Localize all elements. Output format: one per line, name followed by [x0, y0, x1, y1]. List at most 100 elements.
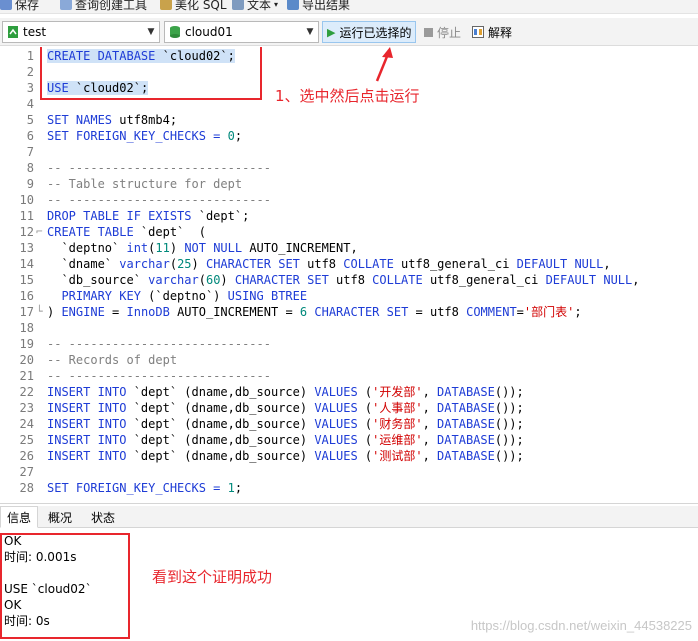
code-text: INSERT INTO `dept` (dname,db_source) VAL…: [47, 449, 524, 463]
menu-strip: 保存 查询创建工具 美化 SQL 文本 ▾ 导出结果: [0, 0, 698, 14]
code-line[interactable]: 20 -- Records of dept: [0, 352, 698, 368]
watermark: https://blog.csdn.net/weixin_44538225: [470, 618, 692, 633]
connection-icon: [8, 26, 18, 38]
line-number: 14: [19, 257, 34, 271]
code-line[interactable]: 17 └ ) ENGINE = InnoDB AUTO_INCREMENT = 6 …: [0, 304, 698, 320]
line-number: 7: [26, 145, 34, 159]
result-highlight-box: [0, 533, 130, 639]
line-number: 28: [19, 481, 34, 495]
line-number: 12: [19, 225, 34, 239]
line-number: 5: [26, 113, 34, 127]
line-number: 9: [26, 177, 34, 191]
code-line[interactable]: 12 ⌐ CREATE TABLE `dept` (: [0, 224, 698, 240]
line-number: 15: [19, 273, 34, 287]
code-text: INSERT INTO `dept` (dname,db_source) VAL…: [47, 385, 524, 399]
code-text: ) ENGINE = InnoDB AUTO_INCREMENT = 6 CHA…: [47, 305, 582, 319]
chevron-down-icon: ▼: [147, 27, 155, 37]
code-text: INSERT INTO `dept` (dname,db_source) VAL…: [47, 433, 524, 447]
code-text: -- ----------------------------: [47, 337, 271, 351]
line-number: 8: [26, 161, 34, 175]
code-line[interactable]: 18: [0, 320, 698, 336]
export-icon: [287, 0, 299, 10]
line-number: 17: [19, 305, 34, 319]
code-line[interactable]: 7: [0, 144, 698, 160]
fold-marker-icon[interactable]: └: [36, 304, 43, 320]
code-line[interactable]: 8 -- ----------------------------: [0, 160, 698, 176]
arrow-icon: [375, 47, 393, 82]
code-text: -- ----------------------------: [47, 193, 271, 207]
code-line[interactable]: 22 INSERT INTO `dept` (dname,db_source) V…: [0, 384, 698, 400]
line-number: 16: [19, 289, 34, 303]
fold-marker-icon[interactable]: ⌐: [36, 224, 43, 240]
code-line[interactable]: 13 `deptno` int(11) NOT NULL AUTO_INCREM…: [0, 240, 698, 256]
beautify-sql-menu[interactable]: 美化 SQL: [160, 0, 227, 12]
code-line[interactable]: 10 -- ----------------------------: [0, 192, 698, 208]
line-number: 4: [26, 97, 34, 111]
code-line[interactable]: 16 PRIMARY KEY (`deptno`) USING BTREE: [0, 288, 698, 304]
code-line[interactable]: 15 `db_source` varchar(60) CHARACTER SET…: [0, 272, 698, 288]
code-line[interactable]: 14 `dname` varchar(25) CHARACTER SET utf…: [0, 256, 698, 272]
code-text: `db_source` varchar(60) CHARACTER SET ut…: [47, 273, 640, 287]
query-builder-icon: [60, 0, 72, 10]
line-number: 19: [19, 337, 34, 351]
code-line[interactable]: 6 SET FOREIGN_KEY_CHECKS = 0;: [0, 128, 698, 144]
result-tabs: 信息 概况 状态: [0, 506, 698, 528]
line-number: 6: [26, 129, 34, 143]
chevron-down-icon: ▼: [306, 27, 314, 37]
code-line[interactable]: 28 SET FOREIGN_KEY_CHECKS = 1;: [0, 480, 698, 496]
result-panel: 信息 概况 状态 OK 时间: 0.001s USE `cloud02` OK …: [0, 503, 698, 641]
proof-annotation: 看到这个证明成功: [152, 568, 273, 586]
code-text: SET FOREIGN_KEY_CHECKS = 0;: [47, 129, 243, 143]
line-number: 22: [19, 385, 34, 399]
run-selected-button[interactable]: ▶ 运行已选择的: [322, 21, 417, 43]
line-number: 11: [19, 209, 34, 223]
line-number: 13: [19, 241, 34, 255]
code-text: `dname` varchar(25) CHARACTER SET utf8 C…: [47, 257, 611, 271]
line-number: 3: [26, 81, 34, 95]
tab-status[interactable]: 状态: [85, 506, 121, 528]
explain-button[interactable]: 解释: [468, 21, 516, 43]
database-icon: [170, 26, 180, 38]
code-text: -- ----------------------------: [47, 161, 271, 175]
line-number: 18: [19, 321, 34, 335]
export-results-menu[interactable]: 导出结果: [287, 0, 350, 12]
code-line[interactable]: 24 INSERT INTO `dept` (dname,db_source) V…: [0, 416, 698, 432]
line-number: 20: [19, 353, 34, 367]
code-line[interactable]: 21 -- ----------------------------: [0, 368, 698, 384]
selection-highlight-box: [40, 47, 262, 100]
code-line[interactable]: 19 -- ----------------------------: [0, 336, 698, 352]
line-number: 10: [19, 193, 34, 207]
query-toolbar: test ▼ cloud01 ▼ ▶ 运行已选择的 停止 解释: [0, 18, 698, 46]
code-text: SET NAMES utf8mb4;: [47, 113, 178, 127]
code-line[interactable]: 25 INSERT INTO `dept` (dname,db_source) V…: [0, 432, 698, 448]
save-icon: [0, 0, 12, 10]
code-line[interactable]: 27: [0, 464, 698, 480]
code-text: -- ----------------------------: [47, 369, 271, 383]
connection-select[interactable]: test ▼: [2, 21, 160, 43]
code-text: CREATE TABLE `dept` (: [47, 225, 206, 239]
query-builder-menu[interactable]: 查询创建工具: [60, 0, 147, 12]
line-number: 25: [19, 433, 34, 447]
code-text: INSERT INTO `dept` (dname,db_source) VAL…: [47, 417, 524, 431]
line-number: 1: [26, 49, 34, 63]
code-text: -- Table structure for dept: [47, 177, 243, 191]
database-select[interactable]: cloud01 ▼: [164, 21, 319, 43]
save-menu[interactable]: 保存: [0, 0, 39, 12]
stop-icon: [424, 27, 433, 37]
dropdown-arrow-icon: ▾: [274, 0, 279, 9]
code-line[interactable]: 23 INSERT INTO `dept` (dname,db_source) V…: [0, 400, 698, 416]
code-text: DROP TABLE IF EXISTS `dept`;: [47, 209, 250, 223]
explain-icon: [472, 26, 484, 38]
code-text: SET FOREIGN_KEY_CHECKS = 1;: [47, 481, 243, 495]
code-line[interactable]: 11 DROP TABLE IF EXISTS `dept`;: [0, 208, 698, 224]
tab-overview[interactable]: 概况: [42, 506, 78, 528]
code-line[interactable]: 26 INSERT INTO `dept` (dname,db_source) V…: [0, 448, 698, 464]
code-line[interactable]: 5 SET NAMES utf8mb4;: [0, 112, 698, 128]
text-icon: [232, 0, 244, 10]
text-menu[interactable]: 文本 ▾: [232, 0, 278, 12]
code-line[interactable]: 9 -- Table structure for dept: [0, 176, 698, 192]
tab-info[interactable]: 信息: [0, 506, 39, 528]
beautify-icon: [160, 0, 172, 10]
sql-editor[interactable]: 1 CREATE DATABASE `cloud02`; 2 3 USE `cloud0…: [0, 47, 698, 502]
stop-button[interactable]: 停止: [420, 21, 465, 43]
